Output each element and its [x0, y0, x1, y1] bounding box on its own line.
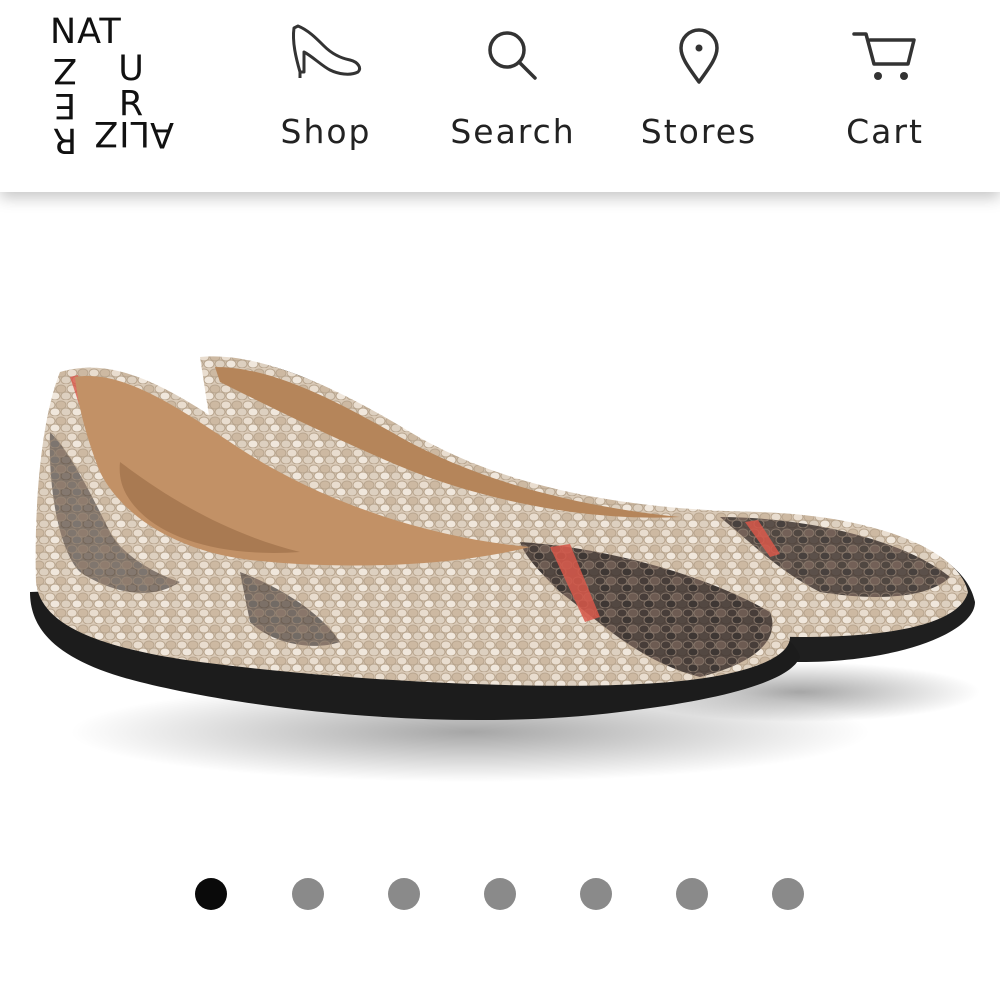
carousel-dot-3[interactable] [388, 878, 420, 910]
cart-icon [850, 26, 920, 90]
snakeskin-flats-image [30, 356, 980, 782]
nav-stores[interactable]: Stores [634, 0, 764, 192]
nav-cart-label: Cart [846, 112, 924, 151]
logo-letter: R [52, 120, 78, 160]
nav-stores-label: Stores [640, 112, 758, 151]
logo-bottom-text: LIZ [93, 113, 150, 153]
logo-a-letter: A [150, 114, 174, 154]
nav-search-label: Search [450, 112, 576, 151]
carousel-dot-2[interactable] [292, 878, 324, 910]
nav-shop[interactable]: Shop [268, 0, 384, 192]
carousel-dot-7[interactable] [772, 878, 804, 910]
logo-letter: Z [53, 50, 77, 90]
high-heel-icon [288, 22, 364, 86]
nav-search[interactable]: Search [440, 0, 586, 192]
carousel-dot-6[interactable] [676, 878, 708, 910]
logo-letter: E [53, 85, 77, 125]
location-pin-icon [677, 28, 721, 90]
carousel-dot-4[interactable] [484, 878, 516, 910]
logo-letter: U [118, 49, 144, 89]
naturalizer-logo[interactable]: NAT R E Z U R LIZ A [50, 8, 174, 160]
nav-cart[interactable]: Cart [832, 0, 938, 192]
site-header: NAT R E Z U R LIZ A Shop Search Stores C… [0, 0, 1000, 192]
carousel-dot-5[interactable] [580, 878, 612, 910]
logo-right-column: U R [116, 52, 146, 122]
product-image-area[interactable] [0, 192, 1000, 832]
search-icon [485, 28, 541, 88]
carousel-dots [0, 874, 1000, 914]
logo-left-column: R E Z [50, 50, 80, 160]
logo-top-text: NAT [50, 12, 122, 52]
nav-shop-label: Shop [280, 112, 372, 151]
carousel-dot-1[interactable] [195, 878, 227, 910]
